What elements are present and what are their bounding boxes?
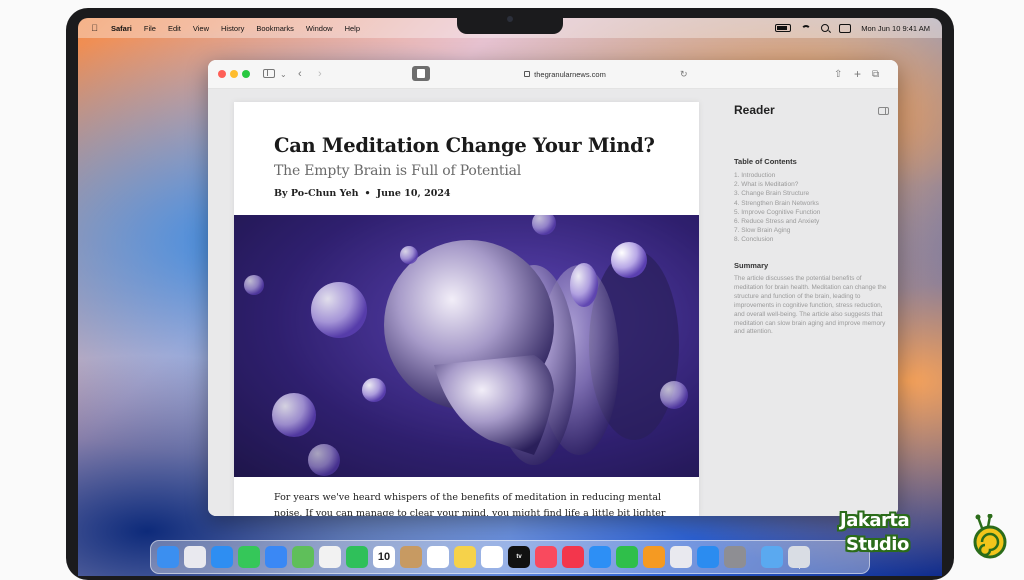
toc-heading: Table of Contents xyxy=(734,157,797,166)
toc-item[interactable]: 4. Strengthen Brain Networks xyxy=(734,199,820,208)
snail-logo-icon xyxy=(973,514,1007,559)
launchpad-icon[interactable] xyxy=(184,546,206,568)
close-window-button[interactable] xyxy=(218,70,226,78)
photos-icon[interactable] xyxy=(319,546,341,568)
apple-menu-icon[interactable]:  xyxy=(90,23,99,33)
toc-item[interactable]: 1. Introduction xyxy=(734,171,820,180)
safari-toolbar: ⌄ ‹ › thegranularnews.com ↻ ⇧ + ⧉ xyxy=(208,60,898,89)
keynote-icon[interactable] xyxy=(589,546,611,568)
mail-icon[interactable] xyxy=(265,546,287,568)
safari-window: ⌄ ‹ › thegranularnews.com ↻ ⇧ + ⧉ Can Me… xyxy=(208,60,898,516)
toc-item[interactable]: 6. Reduce Stress and Anxiety xyxy=(734,217,820,226)
reader-panel: Reader Table of Contents 1. Introduction… xyxy=(724,89,898,516)
article-body-line: noise. If you can manage to clear your m… xyxy=(274,508,666,516)
menu-edit[interactable]: Edit xyxy=(168,24,181,33)
dock: 10 tv xyxy=(150,540,870,574)
facetime-icon[interactable] xyxy=(346,546,368,568)
toc-item[interactable]: 2. What is Meditation? xyxy=(734,180,820,189)
camera-notch xyxy=(457,8,563,34)
iphone-mirroring-icon[interactable] xyxy=(670,546,692,568)
jakarta-studio-watermark: Jakarta Studio xyxy=(836,508,1007,566)
music-icon[interactable] xyxy=(535,546,557,568)
reminders-icon[interactable] xyxy=(427,546,449,568)
notes-icon[interactable] xyxy=(454,546,476,568)
freeform-icon[interactable] xyxy=(481,546,503,568)
reload-icon[interactable]: ↻ xyxy=(680,67,688,81)
toc-item[interactable]: 3. Change Brain Structure xyxy=(734,189,820,198)
reader-content-area: Can Meditation Change Your Mind? The Emp… xyxy=(208,89,898,516)
numbers-icon[interactable] xyxy=(616,546,638,568)
wifi-icon[interactable] xyxy=(801,24,812,32)
menu-file[interactable]: File xyxy=(144,24,156,33)
article-author: By Po-Chun Yeh xyxy=(274,188,359,199)
chevron-down-icon[interactable]: ⌄ xyxy=(280,67,287,81)
article-page: Can Meditation Change Your Mind? The Emp… xyxy=(234,102,699,516)
camera-dot xyxy=(507,16,513,22)
system-settings-icon[interactable] xyxy=(724,546,746,568)
share-icon[interactable]: ⇧ xyxy=(834,67,842,81)
toc-item[interactable]: 8. Conclusion xyxy=(734,235,820,244)
byline-separator: • xyxy=(364,188,371,199)
menu-app-name[interactable]: Safari xyxy=(111,24,132,33)
article-body-line: For years we've heard whispers of the be… xyxy=(274,492,662,503)
lock-icon xyxy=(524,71,531,77)
address-bar[interactable]: thegranularnews.com xyxy=(440,66,690,82)
table-of-contents: 1. Introduction 2. What is Meditation? 3… xyxy=(734,171,820,245)
trash-icon[interactable] xyxy=(788,546,810,568)
new-tab-icon[interactable]: + xyxy=(854,67,861,81)
forward-arrow-icon[interactable]: › xyxy=(318,67,322,81)
pages-icon[interactable] xyxy=(643,546,665,568)
menu-bookmarks[interactable]: Bookmarks xyxy=(256,24,294,33)
menu-view[interactable]: View xyxy=(193,24,209,33)
battery-icon[interactable] xyxy=(775,24,792,32)
toc-item[interactable]: 7. Slow Brain Aging xyxy=(734,226,820,235)
article-hero-image xyxy=(234,215,699,477)
article-title: Can Meditation Change Your Mind? xyxy=(274,134,655,157)
summary-heading: Summary xyxy=(734,261,769,270)
finder-icon[interactable] xyxy=(157,546,179,568)
safari-icon[interactable] xyxy=(211,546,233,568)
article-subtitle: The Empty Brain is Full of Potential xyxy=(274,163,522,179)
meditation-heads-illustration xyxy=(234,215,699,477)
watermark-line-2: Studio xyxy=(846,534,909,555)
zoom-window-button[interactable] xyxy=(242,70,250,78)
address-url: thegranularnews.com xyxy=(534,69,606,79)
control-center-icon[interactable] xyxy=(839,23,852,33)
reader-sidebar-icon[interactable] xyxy=(878,107,889,115)
maps-icon[interactable] xyxy=(292,546,314,568)
watermark-line-1: Jakarta xyxy=(840,510,910,531)
contacts-icon[interactable] xyxy=(400,546,422,568)
spotlight-search-icon[interactable] xyxy=(821,24,830,32)
sidebar-toggle-icon[interactable] xyxy=(263,69,275,78)
article-byline: By Po-Chun Yeh • June 10, 2024 xyxy=(274,188,451,199)
status-area: Mon Jun 10 9:41 AM xyxy=(775,18,930,38)
menu-clock[interactable]: Mon Jun 10 9:41 AM xyxy=(861,24,930,33)
reader-mode-button[interactable] xyxy=(412,66,430,81)
article-date: June 10, 2024 xyxy=(376,188,451,199)
desktop-screen:  Safari File Edit View History Bookmark… xyxy=(78,18,942,576)
messages-icon[interactable] xyxy=(238,546,260,568)
app-store-icon[interactable] xyxy=(697,546,719,568)
tab-overview-icon[interactable]: ⧉ xyxy=(872,67,879,81)
downloads-folder-icon[interactable] xyxy=(761,546,783,568)
menu-history[interactable]: History xyxy=(221,24,244,33)
menu-window[interactable]: Window xyxy=(306,24,333,33)
calendar-icon[interactable]: 10 xyxy=(373,546,395,568)
minimize-window-button[interactable] xyxy=(230,70,238,78)
summary-text: The article discusses the potential bene… xyxy=(734,275,887,336)
back-arrow-icon[interactable]: ‹ xyxy=(298,67,302,81)
news-icon[interactable] xyxy=(562,546,584,568)
article-body: For years we've heard whispers of the be… xyxy=(274,490,674,516)
tv-icon[interactable]: tv xyxy=(508,546,530,568)
toc-item[interactable]: 5. Improve Cognitive Function xyxy=(734,208,820,217)
reader-title: Reader xyxy=(734,103,775,117)
menu-help[interactable]: Help xyxy=(345,24,360,33)
